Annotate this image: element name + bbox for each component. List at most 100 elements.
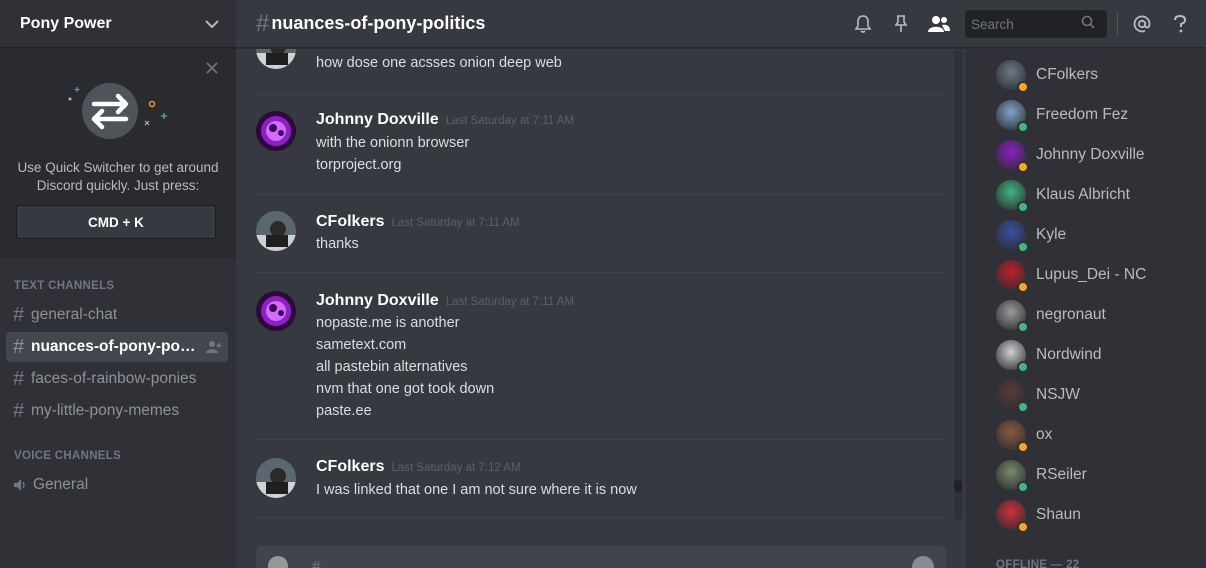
avatar xyxy=(996,420,1029,453)
server-header[interactable]: Pony Power xyxy=(0,0,236,48)
message-text: torproject.org xyxy=(316,157,402,173)
message-header: Johnny Doxville Last Saturday at 7:11 AM xyxy=(316,111,574,129)
hash-icon: # xyxy=(13,367,25,390)
quick-switcher-illustration xyxy=(60,77,180,149)
invite-icon[interactable] xyxy=(206,340,222,354)
channel-nuances-of-pony-politics[interactable]: # nuances-of-pony-politics xyxy=(6,332,228,362)
voice-channel-general[interactable]: General xyxy=(6,470,228,500)
avatar[interactable] xyxy=(256,458,296,498)
avatar xyxy=(996,140,1029,173)
status-indicator xyxy=(1017,361,1029,373)
emoji-icon[interactable] xyxy=(912,556,934,568)
author-name[interactable]: CFolkers xyxy=(316,213,384,231)
channel-label: my-little-pony-memes xyxy=(31,402,180,419)
member-item[interactable]: CFolkers xyxy=(996,55,1098,95)
member-item[interactable]: Freedom Fez xyxy=(996,95,1128,135)
header-toolbar xyxy=(851,0,1206,48)
avatar xyxy=(996,340,1029,373)
message-header: CFolkers Last Saturday at 7:11 AM xyxy=(316,213,520,231)
member-name: CFolkers xyxy=(1036,66,1099,83)
channel-my-little-pony-memes[interactable]: # my-little-pony-memes xyxy=(6,396,228,426)
composer-text: # xyxy=(312,558,321,568)
member-item[interactable]: Kyle xyxy=(996,215,1066,255)
member-item[interactable]: NSJW xyxy=(996,375,1080,415)
member-name: Lupus_Dei - NC xyxy=(1036,266,1147,283)
channel-label: nuances-of-pony-politics xyxy=(31,338,199,355)
status-indicator xyxy=(1017,321,1029,333)
message-header: Johnny Doxville Last Saturday at 7:11 AM xyxy=(316,292,574,310)
message-text: nvm that one got took down xyxy=(316,381,495,397)
search-input[interactable] xyxy=(971,16,1081,32)
avatar[interactable] xyxy=(256,211,296,251)
avatar xyxy=(996,460,1029,493)
member-name: ox xyxy=(1036,426,1053,443)
message-group: CFolkers Last Saturday at 7:11 AM thanks xyxy=(256,195,946,273)
status-indicator xyxy=(1017,81,1029,93)
member-item[interactable]: Klaus Albricht xyxy=(996,175,1130,215)
member-item[interactable]: Lupus_Dei - NC xyxy=(996,255,1146,295)
message-text: paste.ee xyxy=(316,403,372,419)
voice-channels-category[interactable]: VOICE CHANNELS xyxy=(0,446,236,466)
chevron-down-icon[interactable] xyxy=(204,16,220,32)
status-indicator xyxy=(1017,121,1029,133)
avatar[interactable] xyxy=(256,291,296,331)
offline-category: OFFLINE — 22 xyxy=(996,559,1080,568)
author-name[interactable]: Johnny Doxville xyxy=(316,292,439,310)
search-box[interactable] xyxy=(965,10,1107,38)
message-group: how dose one acsses onion deep web xyxy=(256,49,946,95)
channel-list: TEXT CHANNELS # general-chat # nuances-o… xyxy=(0,276,236,502)
upload-icon[interactable] xyxy=(268,556,288,568)
message-scrollbar[interactable] xyxy=(954,50,962,520)
member-item[interactable]: negronaut xyxy=(996,295,1106,335)
avatar xyxy=(996,260,1029,293)
author-name[interactable]: Johnny Doxville xyxy=(316,111,439,129)
member-item[interactable]: Shaun xyxy=(996,495,1081,535)
member-item[interactable]: Johnny Doxville xyxy=(996,135,1145,175)
channel-general-chat[interactable]: # general-chat xyxy=(6,300,228,330)
member-item[interactable]: Nordwind xyxy=(996,335,1101,375)
message-text: I was linked that one I am not sure wher… xyxy=(316,482,637,498)
member-item[interactable]: RSeiler xyxy=(996,455,1087,495)
message-divider xyxy=(256,517,946,518)
hash-icon: # xyxy=(256,9,270,37)
chat-header: # nuances-of-pony-politics xyxy=(236,0,1206,48)
channel-label: general-chat xyxy=(31,306,118,323)
author-name[interactable]: CFolkers xyxy=(316,458,384,476)
channel-label: General xyxy=(33,476,89,493)
quick-switcher-text: Use Quick Switcher to get around Discord… xyxy=(17,160,219,193)
channel-faces-of-rainbow-ponies[interactable]: # faces-of-rainbow-ponies xyxy=(6,364,228,394)
message-header: CFolkers Last Saturday at 7:12 AM xyxy=(316,458,521,476)
message-group: Johnny Doxville Last Saturday at 7:11 AM… xyxy=(256,273,946,440)
message-group: Johnny Doxville Last Saturday at 7:11 AM… xyxy=(256,95,946,195)
pin-icon[interactable] xyxy=(889,12,913,36)
status-indicator xyxy=(1017,201,1029,213)
status-indicator xyxy=(1017,521,1029,533)
scrollbar-thumb[interactable] xyxy=(954,480,962,492)
bell-icon[interactable] xyxy=(851,12,875,36)
close-icon[interactable] xyxy=(206,61,220,75)
message-composer[interactable]: # xyxy=(256,546,946,568)
member-item[interactable]: ox xyxy=(996,415,1052,455)
help-icon[interactable] xyxy=(1168,12,1192,36)
status-indicator xyxy=(1017,481,1029,493)
mention-icon[interactable] xyxy=(1130,12,1154,36)
message-text: how dose one acsses onion deep web xyxy=(316,55,562,71)
hash-icon: # xyxy=(13,303,25,326)
channel-title: nuances-of-pony-politics xyxy=(271,13,486,33)
avatar xyxy=(996,300,1029,333)
quick-switcher-shortcut-button[interactable]: CMD + K xyxy=(16,205,216,239)
status-indicator xyxy=(1017,401,1029,413)
avatar xyxy=(996,60,1029,93)
avatar xyxy=(996,220,1029,253)
avatar[interactable] xyxy=(256,49,296,69)
members-icon[interactable] xyxy=(927,12,951,36)
message-list[interactable]: how dose one acsses onion deep web Johnn… xyxy=(236,49,966,529)
hash-icon: # xyxy=(13,399,25,422)
status-indicator xyxy=(1017,241,1029,253)
avatar[interactable] xyxy=(256,111,296,151)
timestamp: Last Saturday at 7:12 AM xyxy=(391,462,521,474)
member-name: Klaus Albricht xyxy=(1036,186,1130,203)
message-text: thanks xyxy=(316,236,359,252)
text-channels-category[interactable]: TEXT CHANNELS xyxy=(0,276,236,296)
hash-icon: # xyxy=(13,335,25,358)
